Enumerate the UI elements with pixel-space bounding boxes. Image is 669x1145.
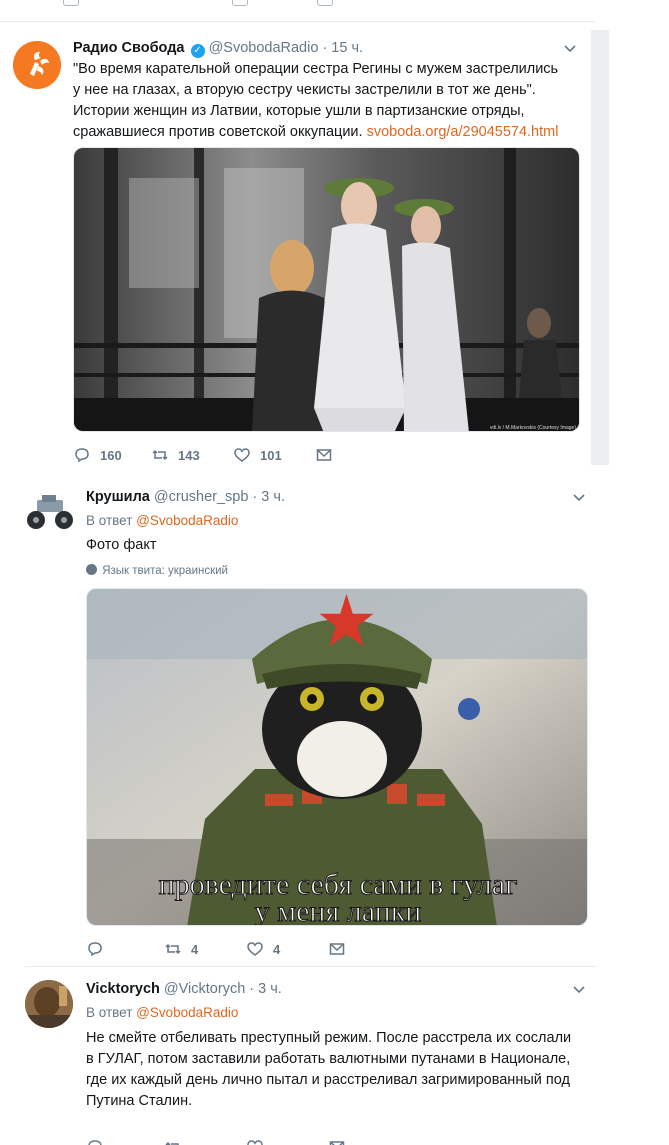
reply-icon [88,942,102,957]
retweet-button[interactable]: 143 [151,444,200,466]
reply-icon [75,448,89,463]
tweet-actions: 4 4 [86,938,486,960]
reply-button[interactable]: 160 [73,444,122,466]
envelope-icon [329,1141,345,1145]
reply-to-link[interactable]: @SvobodaRadio [136,513,238,528]
tweet-actions [86,1136,486,1145]
direct-message-button[interactable] [328,938,355,960]
heart-icon [247,942,263,956]
previous-tweet-edge [0,0,669,22]
chevron-down-icon[interactable] [572,982,586,996]
scroll-gutter [591,30,609,465]
retweet-count: 4 [191,941,199,957]
reply-count: 160 [100,447,122,463]
chevron-down-icon[interactable] [563,41,577,55]
user-photo-icon [25,980,73,1028]
avatar[interactable] [25,980,73,1028]
tweet-text: Фото факт [86,537,157,553]
handle[interactable]: @SvobodaRadio [209,40,319,56]
retweet-icon [165,1141,179,1145]
photo-credit: vdi.lv / M.Markovskis (Courtesy Image) [490,425,576,431]
rfe-logo-icon [13,41,61,89]
envelope-icon [316,449,332,461]
reply-button[interactable] [86,1136,113,1145]
handle[interactable]: @crusher_spb [154,489,249,505]
like-icon [232,0,248,6]
tweet-text: Не смейте отбеливать преступный режим. П… [86,1030,572,1109]
reply-context: В ответ @SvobodaRadio [86,513,238,528]
tweet-photo[interactable]: vdi.lv / M.Markovskis (Courtesy Image) [73,147,580,432]
monster-truck-icon [27,495,73,529]
reply-to-link[interactable]: @SvobodaRadio [136,1005,238,1020]
like-button[interactable] [246,1136,273,1145]
reply-prefix: В ответ [86,513,137,528]
like-count: 4 [273,941,281,957]
retweet-icon [152,449,168,461]
timestamp[interactable]: · 3 ч. [252,489,285,505]
tweet-actions: 160 143 101 [73,444,473,466]
photo-women-in-white-dresses: vdi.lv / M.Markovskis (Courtesy Image) [74,148,579,431]
reply-context: В ответ @SvobodaRadio [86,1005,238,1020]
reply-button[interactable] [86,938,113,960]
verified-badge-icon: ✓ [190,44,205,58]
photo-cat-in-soldier-costume: проведите себя сами в гулаг у меня лапки [87,589,587,926]
direct-message-button[interactable] [315,444,342,466]
article-link[interactable]: svoboda.org/a/29045574.html [367,124,559,140]
retweet-count: 143 [178,447,200,463]
timestamp[interactable]: · 15 ч. [322,40,363,56]
globe-icon [86,564,97,575]
tweet-vicktorych[interactable]: Vicktorych @Vicktorych · 3 ч. В ответ @S… [0,968,600,1145]
heart-icon [247,1140,263,1145]
chevron-down-icon[interactable] [572,490,586,504]
message-icon [317,0,333,6]
divider [25,966,597,967]
timestamp[interactable]: · 3 ч. [249,981,282,997]
reply-icon [63,0,79,6]
like-button[interactable]: 4 [246,938,280,960]
tweet-header: Vicktorych @Vicktorych · 3 ч. [86,980,282,998]
like-button[interactable]: 101 [233,444,282,466]
handle[interactable]: @Vicktorych [164,981,245,997]
avatar[interactable] [13,41,61,89]
retweet-icon [165,943,181,955]
tweet-svoboda[interactable]: Радио Свобода ✓ @SvobodaRadio · 15 ч. "В… [0,26,591,466]
display-name[interactable]: Vicktorych [86,981,160,997]
reply-icon [88,1140,102,1145]
avatar[interactable] [25,492,75,532]
heart-icon [234,448,250,462]
direct-message-button[interactable] [328,1136,355,1145]
retweet-button[interactable]: 4 [164,938,198,960]
reply-prefix: В ответ [86,1005,137,1020]
tweet-crusher[interactable]: Крушила @crusher_spb · 3 ч. В ответ @Svo… [0,476,600,966]
tweet-header: Крушила @crusher_spb · 3 ч. [86,488,285,506]
like-count: 101 [260,447,282,463]
language-label: Язык твита: украинский [102,565,228,577]
divider [0,21,595,22]
display-name[interactable]: Радио Свобода [73,40,185,56]
display-name[interactable]: Крушила [86,489,150,505]
tweet-text: "Во время карательной операции сестра Ре… [73,59,563,143]
envelope-icon [329,943,345,955]
meme-caption-line-2: у меня лапки [255,895,422,926]
tweet-language: Язык твита: украинский [86,564,228,577]
tweet-photo[interactable]: проведите себя сами в гулаг у меня лапки [86,588,588,926]
tweet-header: Радио Свобода ✓ @SvobodaRadio · 15 ч. [73,39,363,58]
retweet-button[interactable] [164,1136,191,1145]
